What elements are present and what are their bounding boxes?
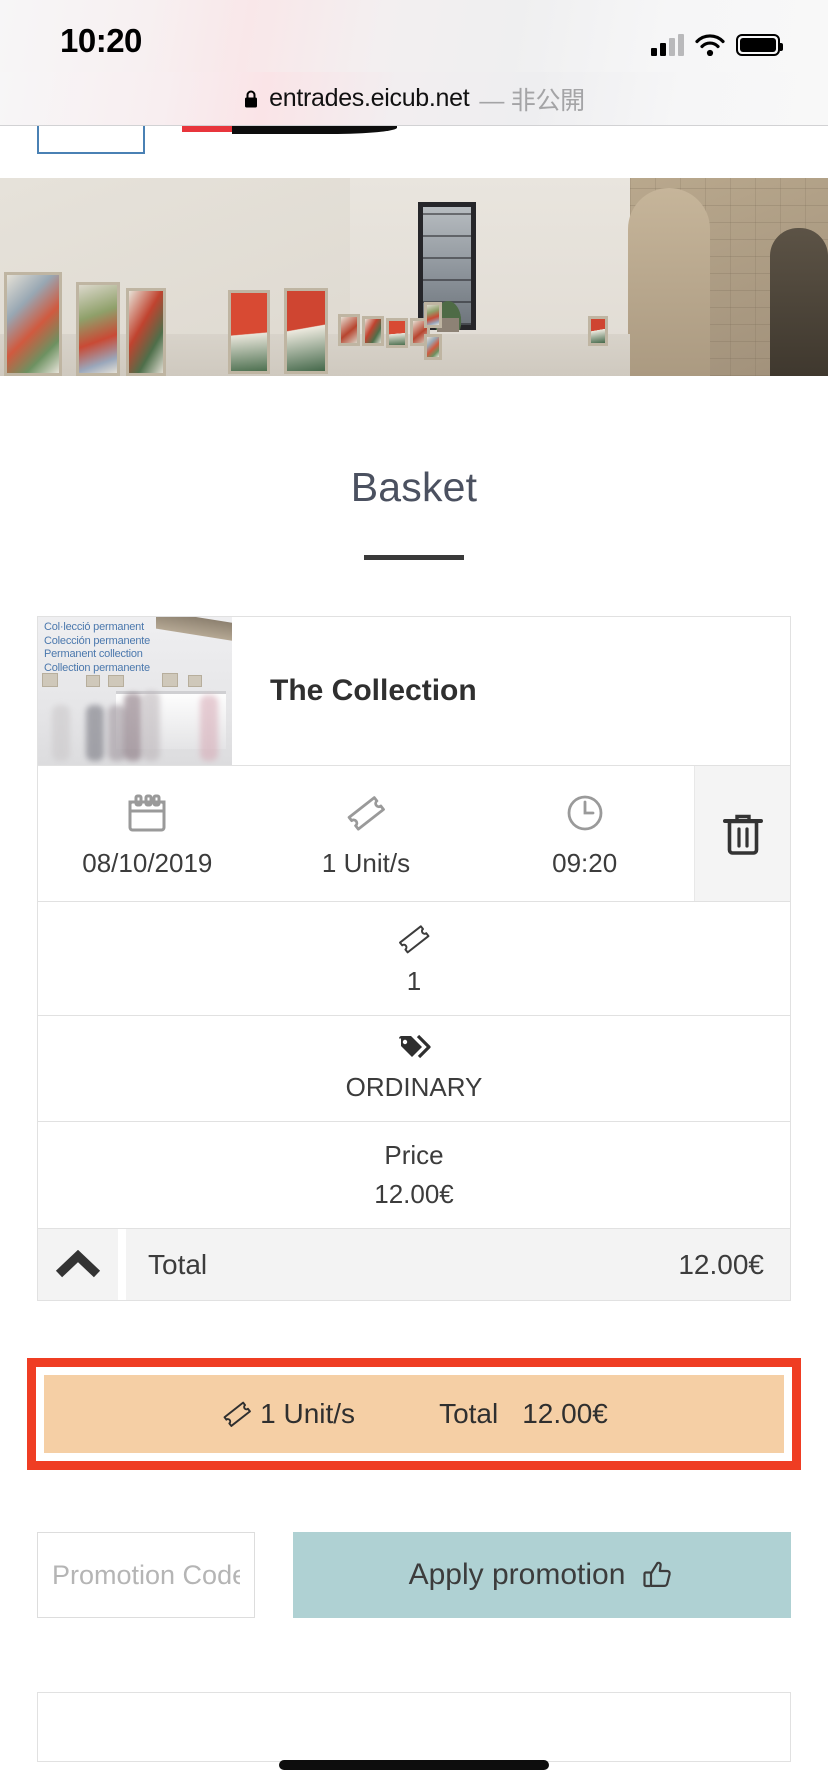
basket-item-details-row: 08/10/2019 1 Unit/s 09:20 — [38, 765, 790, 901]
delete-item-button[interactable] — [694, 766, 790, 901]
basket-item-quantity-row: 1 — [38, 901, 790, 1015]
cellular-signal-icon — [651, 34, 684, 56]
caption-es: Colección permanente — [44, 634, 151, 647]
page-header-sliver — [0, 126, 828, 178]
hero-arch-opening — [770, 228, 828, 376]
page-title: Basket — [350, 464, 478, 510]
price-value: 12.00€ — [374, 1179, 454, 1209]
header-language-box[interactable] — [37, 126, 145, 154]
detail-time: 09:20 — [475, 766, 694, 901]
summary-total-value: 12.00€ — [522, 1398, 608, 1429]
basket-item-header: Col·lecció permanent Colección permanent… — [38, 617, 790, 765]
wifi-icon — [695, 34, 725, 56]
product-name: The Collection — [270, 674, 477, 707]
hero-gallery-image — [0, 178, 828, 376]
promotion-section: Apply promotion — [37, 1532, 791, 1618]
hero-painting — [284, 288, 328, 374]
promotion-code-input[interactable] — [37, 1532, 255, 1618]
home-indicator — [279, 1760, 549, 1770]
logo-black-bar — [232, 126, 397, 134]
summary-units: 1 Unit/s — [220, 1397, 355, 1431]
hero-painting — [386, 318, 408, 348]
summary-units-value: 1 Unit/s — [260, 1398, 356, 1429]
summary-total-label: Total — [439, 1398, 499, 1429]
site-logo[interactable] — [182, 126, 397, 138]
detail-date: 08/10/2019 — [38, 766, 257, 901]
next-section-card — [37, 1692, 791, 1762]
hero-painting — [338, 314, 360, 346]
title-underline — [364, 555, 464, 560]
basket-item-card: Col·lecció permanent Colección permanent… — [37, 616, 791, 1301]
status-bar-clock: 10:20 — [60, 22, 142, 59]
private-browsing-label: — 非公開 — [479, 86, 585, 115]
total-body: Total 12.00€ — [126, 1229, 790, 1300]
hero-painting — [362, 316, 384, 346]
basket-item-price-row: Price 12.00€ — [38, 1121, 790, 1228]
total-value: 12.00€ — [678, 1248, 764, 1280]
ticket-icon — [395, 920, 433, 958]
status-bar-indicators — [651, 28, 783, 56]
apply-promotion-label: Apply promotion — [408, 1558, 626, 1591]
hero-painting — [126, 288, 166, 376]
url-text: entrades.eicub.net — [269, 84, 470, 112]
ticket-icon — [220, 1397, 254, 1431]
caption-fr: Collection permanente — [44, 661, 150, 674]
hero-painting — [4, 272, 62, 376]
lock-icon — [243, 89, 259, 109]
caption-ca: Col·lecció permanent — [44, 621, 144, 633]
basket-item-total-row: Total 12.00€ — [38, 1228, 790, 1300]
ios-status-bar: 10:20 — [0, 0, 828, 72]
detail-units-value: 1 Unit/s — [321, 848, 411, 878]
hero-painting — [228, 290, 270, 374]
detail-cells: 08/10/2019 1 Unit/s 09:20 — [38, 766, 694, 901]
basket-page: Basket Col·lecció permanent Colección pe… — [0, 376, 828, 1762]
basket-item-rate-row: ORDINARY — [38, 1015, 790, 1121]
summary-bar-highlight: 1 Unit/s Total 12.00€ — [27, 1358, 801, 1470]
chevron-up-icon — [54, 1249, 102, 1280]
total-label: Total — [148, 1248, 208, 1280]
hero-painting — [76, 282, 120, 376]
collapse-toggle-button[interactable] — [38, 1229, 126, 1300]
trash-icon — [721, 810, 765, 858]
battery-icon — [736, 34, 783, 56]
hero-painting — [588, 316, 608, 346]
caption-en: Permanent collection — [44, 648, 143, 660]
browser-url-bar[interactable]: entrades.eicub.net — 非公開 — [0, 72, 828, 126]
thumbs-up-icon — [641, 1558, 675, 1592]
basket-summary-bar[interactable]: 1 Unit/s Total 12.00€ — [44, 1375, 784, 1453]
hero-arch — [628, 188, 710, 376]
rate-value: ORDINARY — [345, 1072, 483, 1102]
apply-promotion-button[interactable]: Apply promotion — [293, 1532, 791, 1618]
product-thumbnail: Col·lecció permanent Colección permanent… — [38, 617, 232, 765]
ticket-icon — [343, 790, 389, 836]
summary-total: Total 12.00€ — [439, 1398, 608, 1430]
hero-painting — [424, 334, 442, 360]
thumbnail-captions: Col·lecció permanent Colección permanent… — [44, 621, 150, 675]
hero-painting — [424, 302, 442, 328]
detail-date-value: 08/10/2019 — [82, 848, 213, 878]
clock-icon — [562, 790, 608, 836]
tag-icon — [397, 1034, 431, 1064]
calendar-icon — [124, 790, 170, 836]
quantity-value: 1 — [406, 966, 422, 996]
detail-units: 1 Unit/s — [257, 766, 476, 901]
detail-time-value: 09:20 — [552, 848, 618, 878]
price-label: Price — [384, 1140, 444, 1170]
